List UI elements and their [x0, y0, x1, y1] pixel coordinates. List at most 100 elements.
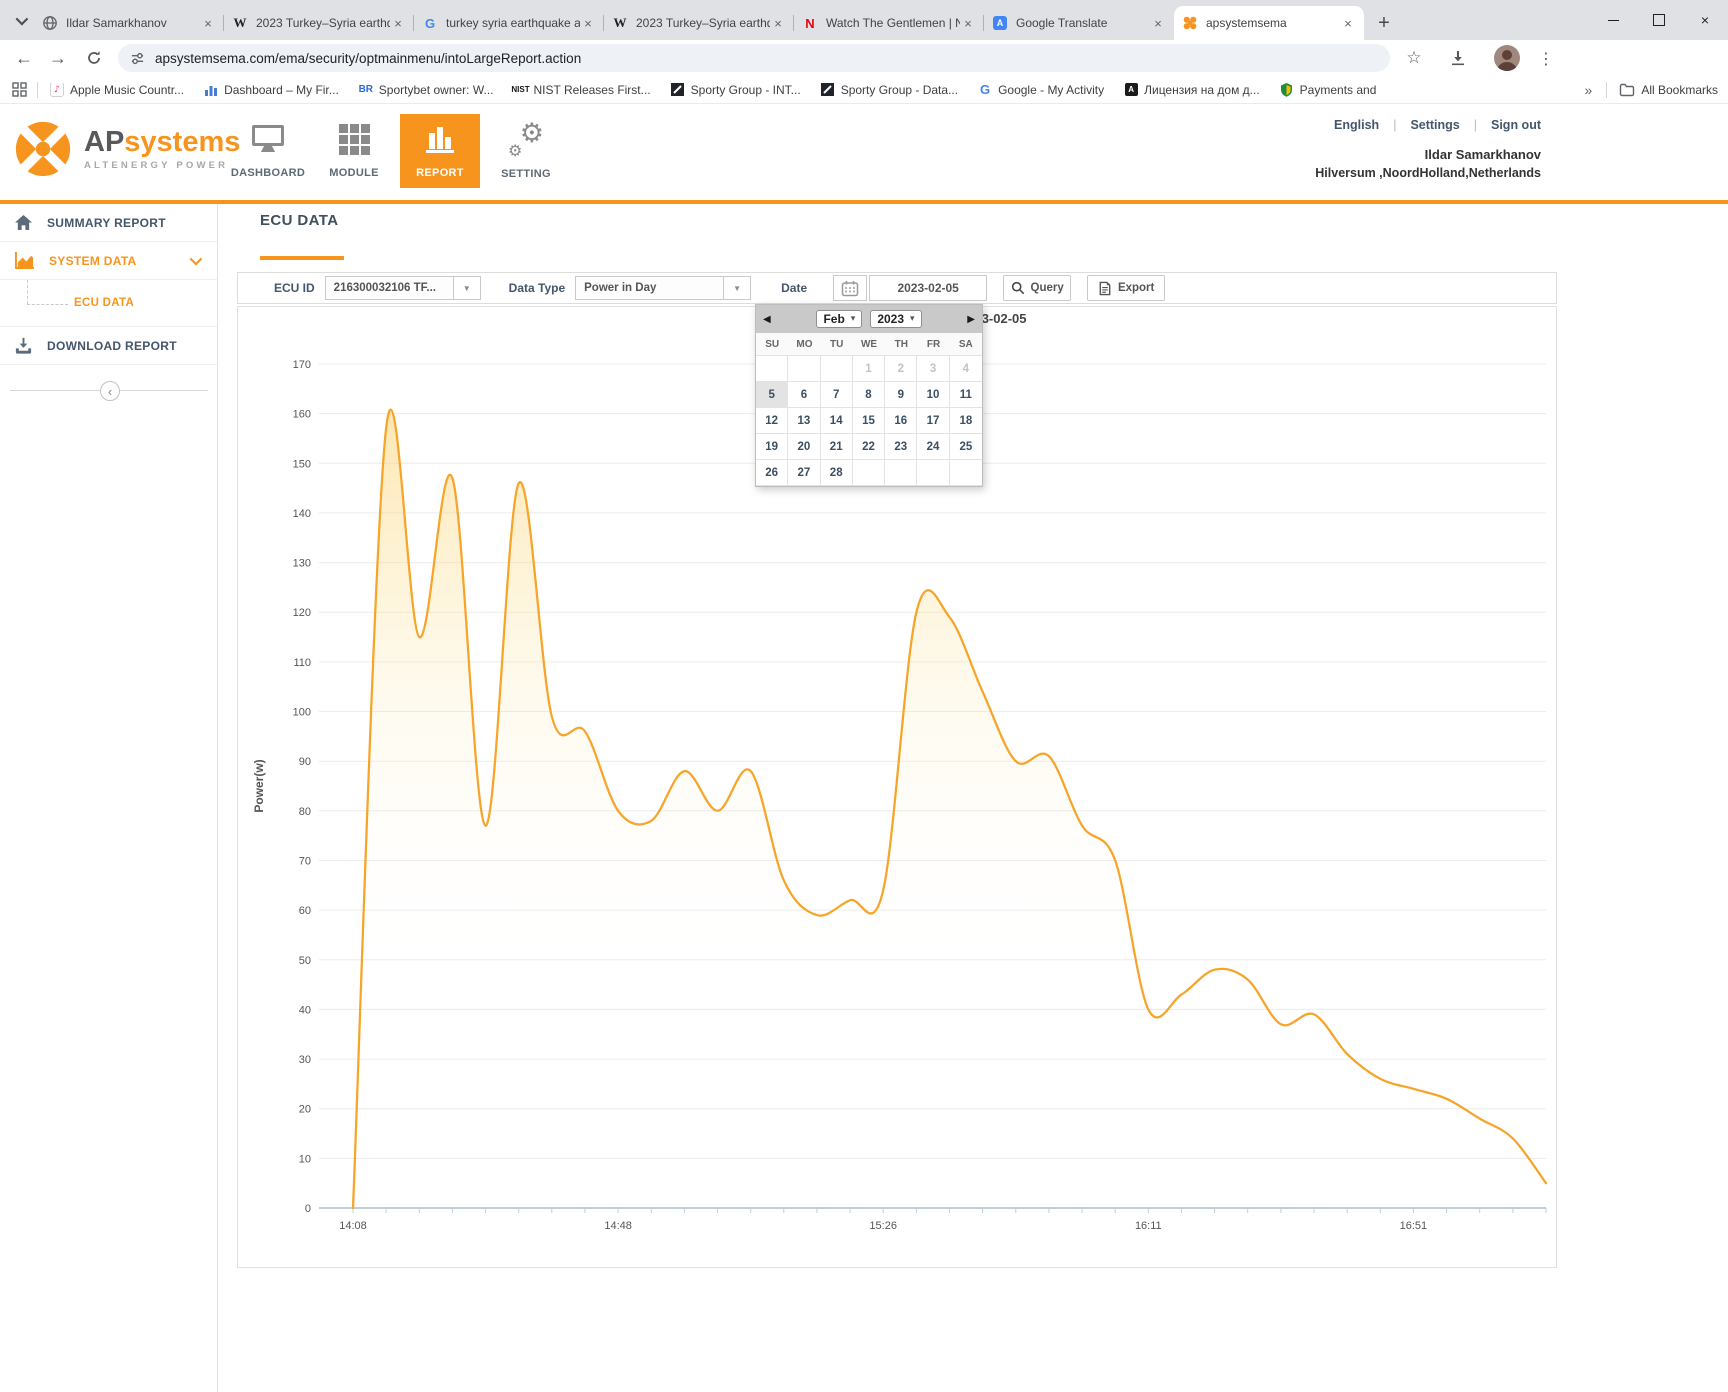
window-maximize-button[interactable] [1636, 0, 1682, 40]
sign-out-link[interactable]: Sign out [1491, 118, 1541, 132]
bookmark-item[interactable]: AЛицензия на дом д... [1124, 83, 1260, 97]
apsystems-logo[interactable]: APsystems ALTENERGY POWER [12, 118, 240, 180]
calendar-next-button[interactable]: ▶ [967, 314, 975, 325]
data-type-select[interactable]: Power in Day ▼ [575, 276, 751, 300]
sidebar-item-summary-report[interactable]: SUMMARY REPORT [0, 204, 217, 242]
tab-list-chevron-icon[interactable] [10, 10, 30, 30]
tab-close-button[interactable]: × [390, 15, 406, 31]
calendar-day-cell[interactable]: 26 [756, 460, 788, 486]
all-bookmarks-label: All Bookmarks [1641, 83, 1718, 97]
sidebar-item-ecu-data[interactable]: ECU DATA [0, 280, 217, 327]
calendar-day-cell[interactable]: 24 [917, 434, 949, 460]
svg-text:50: 50 [299, 955, 311, 967]
nav-label: MODULE [329, 167, 378, 179]
bookmark-item[interactable]: Payments and cash... [1280, 83, 1380, 97]
sidebar-item-download-report[interactable]: DOWNLOAD REPORT [0, 327, 217, 365]
calendar-day-cell[interactable]: 16 [885, 408, 917, 434]
bookmark-item[interactable]: ♪Apple Music Countr... [50, 83, 184, 97]
browser-tab[interactable]: NWatch The Gentlemen | N× [794, 6, 984, 40]
bookmark-item[interactable]: NISTNIST Releases First... [514, 83, 651, 97]
tab-close-button[interactable]: × [770, 15, 786, 31]
calendar-day-cell[interactable]: 7 [821, 382, 853, 408]
bookmarks-overflow-button[interactable]: » [1585, 82, 1593, 98]
tab-close-button[interactable]: × [1340, 15, 1356, 31]
calendar-day-cell[interactable]: 21 [821, 434, 853, 460]
export-button[interactable]: Export [1087, 275, 1165, 301]
bookmark-label: NIST Releases First... [534, 83, 651, 97]
tab-close-button[interactable]: × [1150, 15, 1166, 31]
settings-link[interactable]: Settings [1410, 118, 1459, 132]
nav-item-setting[interactable]: ⚙⚙SETTING [486, 114, 566, 188]
calendar-day-cell[interactable]: 13 [788, 408, 820, 434]
calendar-day-cell[interactable]: 8 [853, 382, 885, 408]
language-link[interactable]: English [1334, 118, 1379, 132]
bookmark-star-button[interactable]: ☆ [1400, 40, 1428, 76]
calendar-day-cell[interactable]: 3 [917, 356, 949, 382]
browser-tab[interactable]: W2023 Turkey–Syria earthqu× [224, 6, 414, 40]
forward-button[interactable]: → [44, 40, 72, 76]
calendar-prev-button[interactable]: ◀ [763, 314, 771, 325]
calendar-day-cell[interactable]: 1 [853, 356, 885, 382]
downloads-button[interactable] [1444, 40, 1472, 76]
back-button[interactable]: ← [10, 40, 38, 76]
calendar-day-cell[interactable]: 18 [950, 408, 982, 434]
calendar-day-cell[interactable]: 22 [853, 434, 885, 460]
tab-title: turkey syria earthquake af [446, 16, 580, 30]
tab-close-button[interactable]: × [960, 15, 976, 31]
browser-tab[interactable]: Ildar Samarkhanov× [34, 6, 224, 40]
y-axis-labels: 0102030405060708090100110120130140150160… [293, 359, 311, 1215]
bookmark-item[interactable]: BRSportybet owner: W... [359, 83, 494, 97]
calendar-day-cell[interactable]: 19 [756, 434, 788, 460]
calendar-day-cell[interactable]: 9 [885, 382, 917, 408]
calendar-year-select[interactable]: 2023▾ [870, 310, 921, 328]
bookmark-item[interactable]: GGoogle - My Activity [978, 83, 1104, 97]
browser-tab[interactable]: W2023 Turkey–Syria earthqu× [604, 6, 794, 40]
browser-menu-button[interactable]: ⋮ [1532, 40, 1560, 76]
calendar-day-cell[interactable]: 27 [788, 460, 820, 486]
window-close-button[interactable]: × [1682, 0, 1728, 40]
apps-grid-button[interactable] [12, 82, 27, 97]
calendar-month-select[interactable]: Feb▾ [816, 310, 862, 328]
date-input[interactable]: 2023-02-05 [869, 275, 987, 301]
bookmark-item[interactable]: Sporty Group - INT... [671, 83, 801, 97]
ecu-id-select[interactable]: 216300032106 TF... ▼ [325, 276, 481, 300]
svg-text:0: 0 [305, 1203, 311, 1215]
calendar-day-cell[interactable]: 10 [917, 382, 949, 408]
svg-text:40: 40 [299, 1004, 311, 1016]
window-minimize-button[interactable] [1590, 0, 1636, 40]
app-header: APsystems ALTENERGY POWER DASHBOARD MODUL… [0, 104, 1728, 204]
tab-close-button[interactable]: × [580, 15, 596, 31]
new-tab-button[interactable]: + [1370, 9, 1398, 37]
sidebar-collapse-button[interactable]: ‹ [100, 381, 120, 401]
address-bar[interactable]: apsystemsema.com/ema/security/optmainmen… [118, 44, 1390, 72]
calendar-button[interactable] [833, 275, 867, 301]
calendar-day-cell[interactable]: 15 [853, 408, 885, 434]
calendar-day-cell[interactable]: 2 [885, 356, 917, 382]
calendar-day-cell[interactable]: 28 [821, 460, 853, 486]
calendar-day-cell[interactable]: 11 [950, 382, 982, 408]
bookmark-item[interactable]: Dashboard – My Fir... [204, 83, 339, 97]
calendar-day-cell[interactable]: 17 [917, 408, 949, 434]
calendar-day-cell[interactable]: 23 [885, 434, 917, 460]
query-button[interactable]: Query [1003, 275, 1071, 301]
profile-avatar[interactable] [1494, 45, 1520, 71]
tab-title: apsystemsema [1206, 16, 1340, 30]
all-bookmarks-button[interactable]: All Bookmarks [1619, 83, 1718, 97]
nav-item-dashboard[interactable]: DASHBOARD [228, 114, 308, 188]
calendar-day-cell[interactable]: 4 [950, 356, 982, 382]
bookmark-item[interactable]: Sporty Group - Data... [821, 83, 958, 97]
reload-button[interactable] [80, 40, 108, 76]
sidebar-item-system-data[interactable]: SYSTEM DATA [0, 242, 217, 280]
tab-close-button[interactable]: × [200, 15, 216, 31]
calendar-day-cell[interactable]: 25 [950, 434, 982, 460]
calendar-day-cell[interactable]: 14 [821, 408, 853, 434]
calendar-day-cell[interactable]: 5 [756, 382, 788, 408]
nav-item-module[interactable]: MODULE [314, 114, 394, 188]
calendar-day-cell[interactable]: 20 [788, 434, 820, 460]
calendar-day-cell[interactable]: 6 [788, 382, 820, 408]
nav-item-report[interactable]: REPORT [400, 114, 480, 188]
calendar-day-cell[interactable]: 12 [756, 408, 788, 434]
browser-tab[interactable]: apsystemsema× [1174, 6, 1364, 40]
browser-tab[interactable]: Gturkey syria earthquake af× [414, 6, 604, 40]
browser-tab[interactable]: AGoogle Translate× [984, 6, 1174, 40]
